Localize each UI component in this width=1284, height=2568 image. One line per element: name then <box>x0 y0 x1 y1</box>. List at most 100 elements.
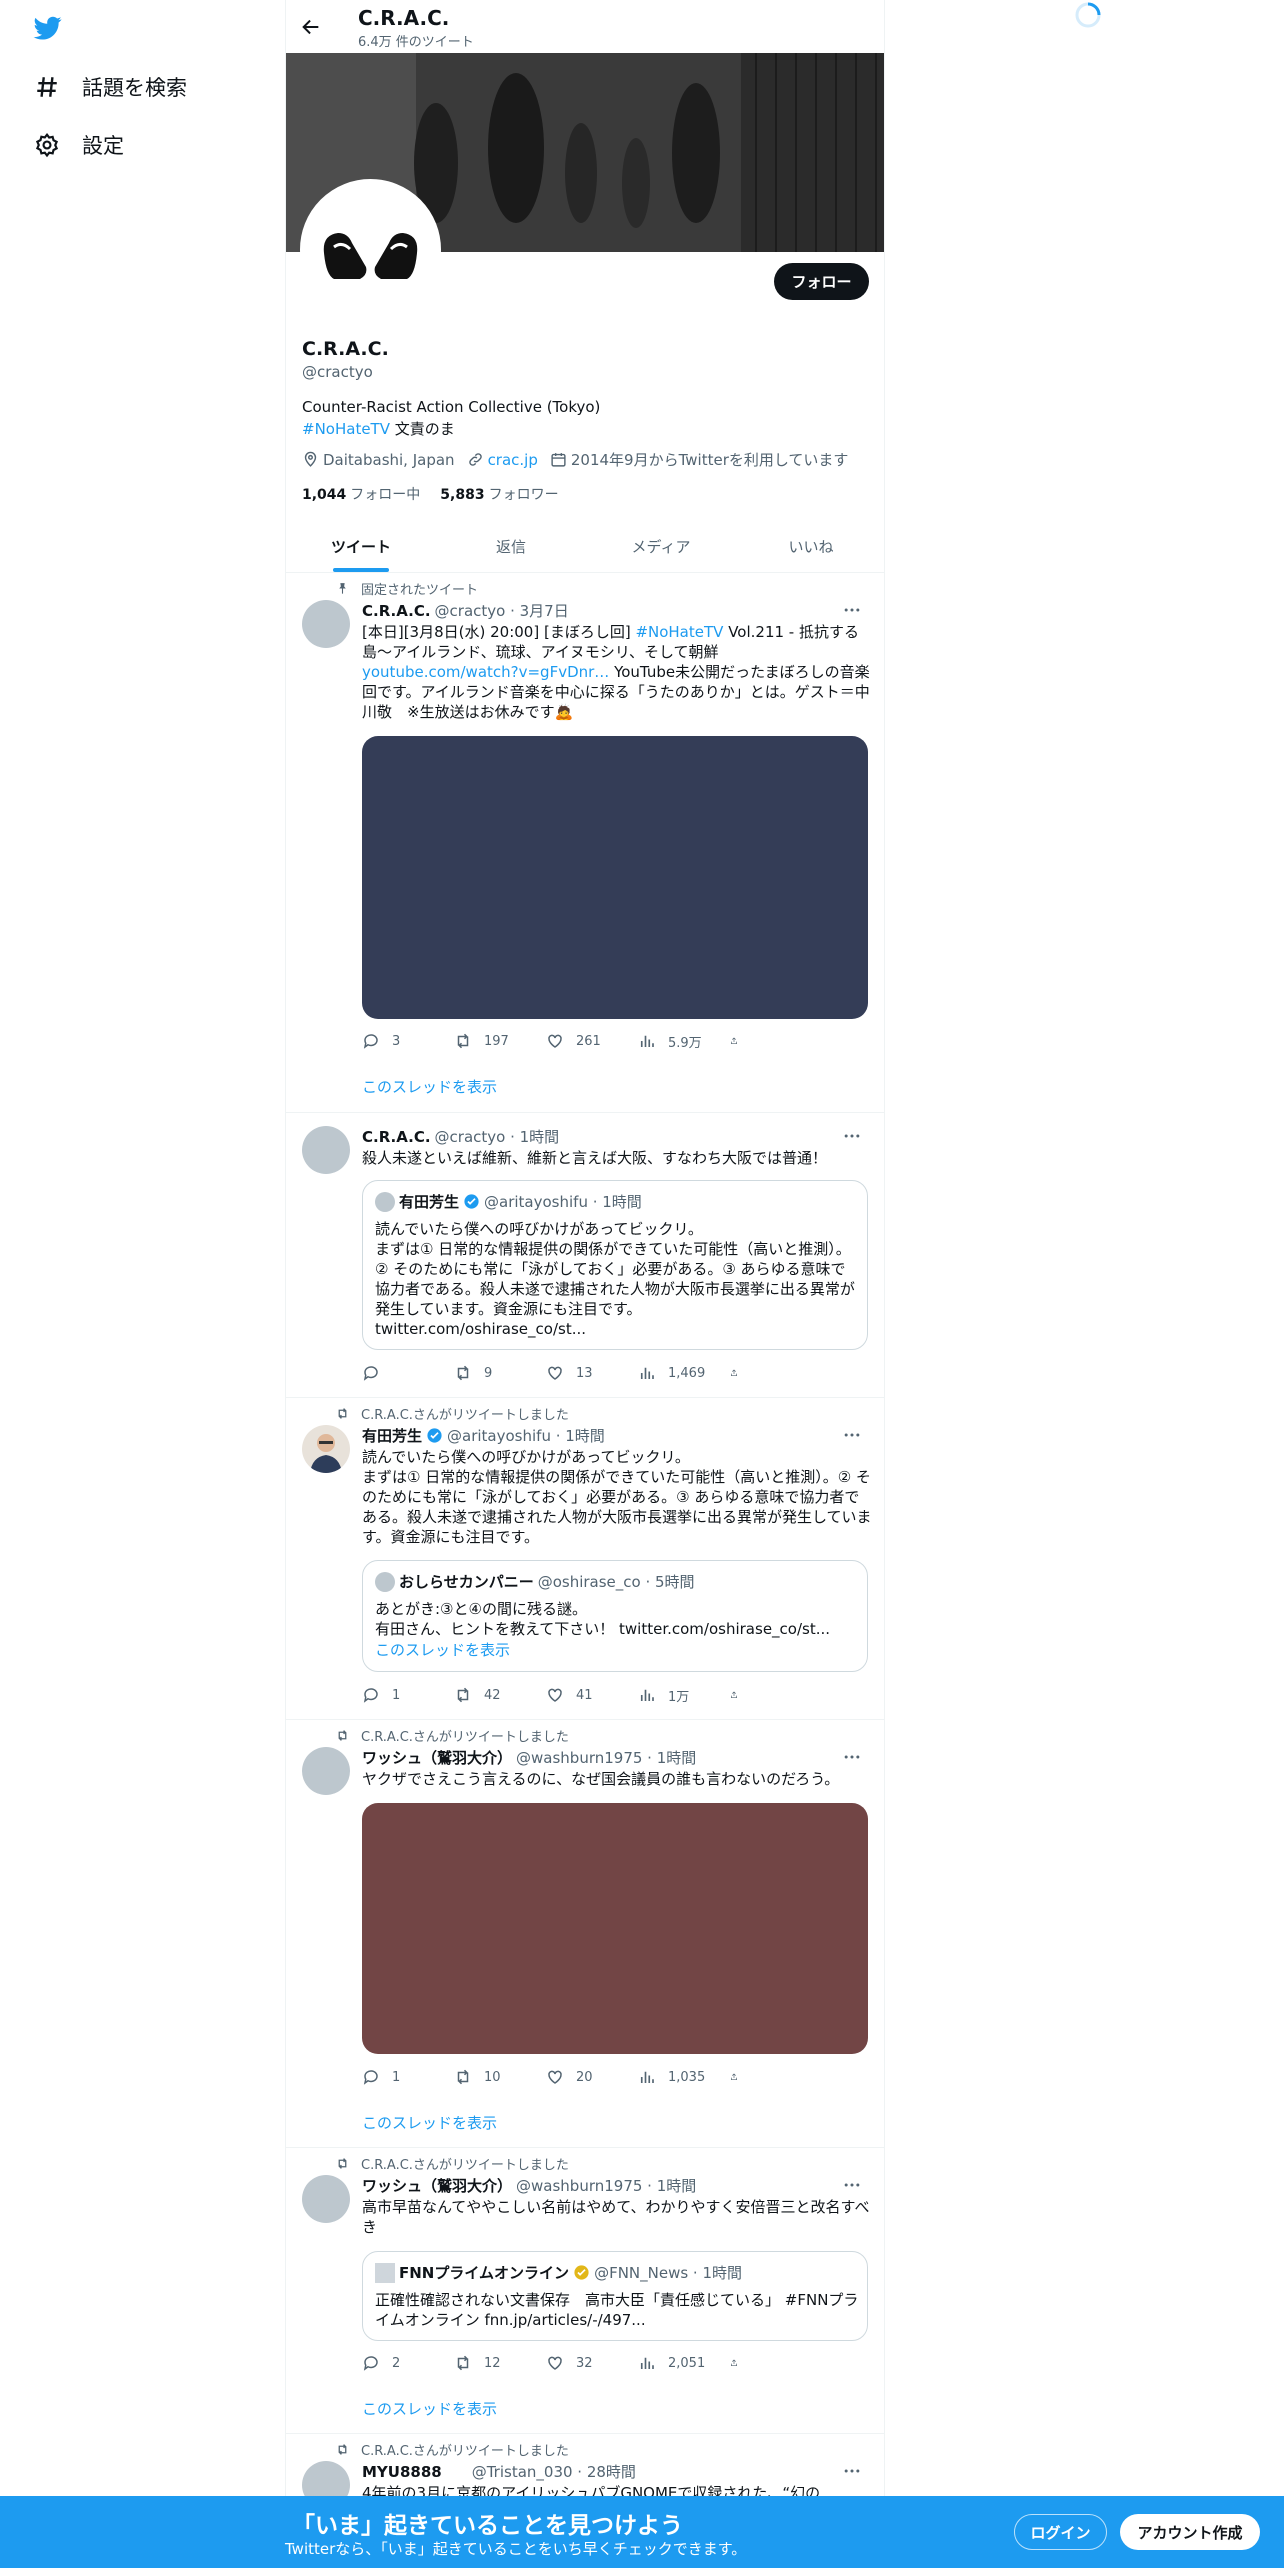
tweet-item[interactable]: C.R.A.C.さんがリツイートしました ワッシュ（鷲羽大介） @washbur… <box>286 2148 884 2434</box>
followers-count: 5,883 <box>440 487 485 503</box>
views-chart-icon <box>640 1035 654 1047</box>
show-thread-link[interactable]: このスレッドを表示 <box>362 2112 497 2133</box>
tab-tweets[interactable]: ツイート <box>286 520 436 572</box>
like-count: 41 <box>576 1687 593 1703</box>
more-options-icon[interactable] <box>842 1425 862 1445</box>
followers-count-link[interactable]: 5,883 フォロワー <box>440 484 558 504</box>
profile-website: crac.jp <box>467 451 538 469</box>
author-handle-time[interactable]: @cractyo · 1時間 <box>435 1126 560 1147</box>
author-handle-time[interactable]: @Tristan_030 · 28時間 <box>472 2461 636 2482</box>
quote-text: 正確性確認されない文書保存 高市大臣「責任感じている」 #FNNプライムオンライ… <box>375 2291 859 2329</box>
author-handle-time[interactable]: @washburn1975 · 1時間 <box>516 2175 696 2196</box>
author-name[interactable]: MYU8888 <box>362 2463 442 2481</box>
share-button[interactable] <box>730 2353 750 2373</box>
avatar[interactable] <box>302 2175 350 2223</box>
more-options-icon[interactable] <box>842 1126 862 1146</box>
youtube-link[interactable]: youtube.com/watch?v=gFvDnr… <box>362 663 609 681</box>
show-thread-link[interactable]: このスレッドを表示 <box>362 1076 497 1097</box>
like-button[interactable]: 20 <box>546 2067 638 2087</box>
tweet-item[interactable]: C.R.A.C. @cractyo · 1時間 殺人未遂といえば維新、維新と言え… <box>286 1113 884 1398</box>
back-arrow-icon[interactable] <box>300 16 322 38</box>
show-thread-link[interactable]: このスレッドを表示 <box>362 2398 497 2419</box>
nav-settings[interactable]: 設定 <box>34 125 124 165</box>
retweet-context: C.R.A.C.さんがリツイートしました <box>336 1404 569 1423</box>
retweet-button[interactable]: 42 <box>454 1685 546 1705</box>
login-button[interactable]: ログイン <box>1014 2514 1107 2550</box>
author-name[interactable]: ワッシュ（鷲羽大介） <box>362 1747 512 1768</box>
retweet-button[interactable]: 9 <box>454 1363 546 1383</box>
hashtag-link[interactable]: #NoHateTV <box>635 623 723 641</box>
author-name[interactable]: ワッシュ（鷲羽大介） <box>362 2175 512 2196</box>
tab-media[interactable]: メディア <box>586 520 736 572</box>
website-link[interactable]: crac.jp <box>488 451 538 469</box>
avatar[interactable] <box>302 1747 350 1795</box>
more-options-icon[interactable] <box>842 2175 862 2195</box>
author-name[interactable]: C.R.A.C. <box>362 602 431 620</box>
following-count-link[interactable]: 1,044 フォロー中 <box>302 484 420 504</box>
reply-button[interactable]: 1 <box>362 2067 454 2087</box>
avatar[interactable] <box>302 600 350 648</box>
quote-show-thread-link[interactable]: このスレッドを表示 <box>375 1639 510 1660</box>
create-account-button[interactable]: アカウント作成 <box>1120 2514 1260 2550</box>
like-button[interactable]: 41 <box>546 1685 638 1705</box>
tweet-pinned[interactable]: 固定されたツイート C.R.A.C. @cractyo · 3月7日 [本日][… <box>286 573 884 1113</box>
views-button[interactable]: 1万 <box>638 1685 730 1705</box>
quoted-tweet[interactable]: FNNプライムオンライン @FNN_News · 1時間 正確性確認されない文書… <box>362 2251 868 2341</box>
author-handle-time[interactable]: @washburn1975 · 1時間 <box>516 1747 696 1768</box>
profile-avatar[interactable] <box>300 179 441 320</box>
author-handle-time[interactable]: @aritayoshifu · 1時間 <box>447 1425 605 1446</box>
views-button[interactable]: 1,469 <box>638 1363 730 1383</box>
like-button[interactable]: 13 <box>546 1363 638 1383</box>
views-button[interactable]: 1,035 <box>638 2067 730 2087</box>
author-name[interactable]: 有田芳生 <box>362 1425 422 1446</box>
nav-explore[interactable]: 話題を検索 <box>34 67 187 107</box>
follow-button[interactable]: フォロー <box>774 263 869 300</box>
retweet-button[interactable]: 10 <box>454 2067 546 2087</box>
views-button[interactable]: 5.9万 <box>638 1031 730 1051</box>
tweet-media[interactable] <box>362 1803 868 2054</box>
quote-author-name: おしらせカンパニー <box>399 1573 534 1591</box>
more-options-icon[interactable] <box>842 1747 862 1767</box>
retweet-icon <box>457 1365 469 1381</box>
reply-button[interactable]: 3 <box>362 1031 454 1051</box>
tab-replies[interactable]: 返信 <box>436 520 586 572</box>
author-name[interactable]: C.R.A.C. <box>362 1128 431 1146</box>
avatar[interactable] <box>302 1126 350 1174</box>
quoted-tweet[interactable]: おしらせカンパニー @oshirase_co · 5時間 あとがき:③と④の間に… <box>362 1560 868 1672</box>
quote-header: FNNプライムオンライン @FNN_News · 1時間 <box>375 2262 742 2283</box>
avatar[interactable] <box>302 1425 350 1473</box>
tab-likes[interactable]: いいね <box>736 520 884 572</box>
share-button[interactable] <box>730 1031 750 1051</box>
reply-button[interactable]: 2 <box>362 2353 454 2373</box>
reply-button[interactable]: 1 <box>362 1685 454 1705</box>
share-icon <box>731 1691 737 1698</box>
twitter-logo-icon[interactable] <box>33 14 63 42</box>
reply-button[interactable] <box>362 1363 454 1383</box>
author-handle-time[interactable]: @cractyo · 3月7日 <box>435 600 569 621</box>
more-options-icon[interactable] <box>842 2461 862 2481</box>
share-button[interactable] <box>730 2067 750 2087</box>
quoted-tweet[interactable]: 有田芳生 @aritayoshifu · 1時間 読んでいたら僕への呼びかけがあ… <box>362 1180 868 1350</box>
like-button[interactable]: 32 <box>546 2353 638 2373</box>
share-button[interactable] <box>730 1685 750 1705</box>
view-count: 5.9万 <box>668 1035 702 1051</box>
profile-handle: @cractyo <box>302 363 373 381</box>
like-button[interactable]: 261 <box>546 1031 638 1051</box>
signup-banner-title: 「いま」起きていることを見つけよう <box>292 2513 683 2539</box>
bio-hashtag-link[interactable]: #NoHateTV <box>302 420 390 438</box>
more-options-icon[interactable] <box>842 600 862 620</box>
tweet-item[interactable]: C.R.A.C.さんがリツイートしました 有田芳生 @aritayoshifu … <box>286 1398 884 1720</box>
view-count: 1万 <box>668 1689 690 1705</box>
left-nav: 話題を検索 設定 <box>0 0 285 2568</box>
views-button[interactable]: 2,051 <box>638 2353 730 2373</box>
tweet-actions: 2 12 32 2,051 <box>362 2353 792 2373</box>
retweet-button[interactable]: 12 <box>454 2353 546 2373</box>
share-button[interactable] <box>730 1363 750 1383</box>
heart-icon <box>548 2356 562 2370</box>
tweet-item[interactable]: C.R.A.C.さんがリツイートしました ワッシュ（鷲羽大介） @washbur… <box>286 1720 884 2148</box>
share-icon <box>731 1369 737 1376</box>
tweet-media[interactable] <box>362 736 868 1019</box>
retweet-button[interactable]: 197 <box>454 1031 546 1051</box>
reply-count: 1 <box>392 2069 401 2085</box>
share-icon <box>731 2359 737 2366</box>
